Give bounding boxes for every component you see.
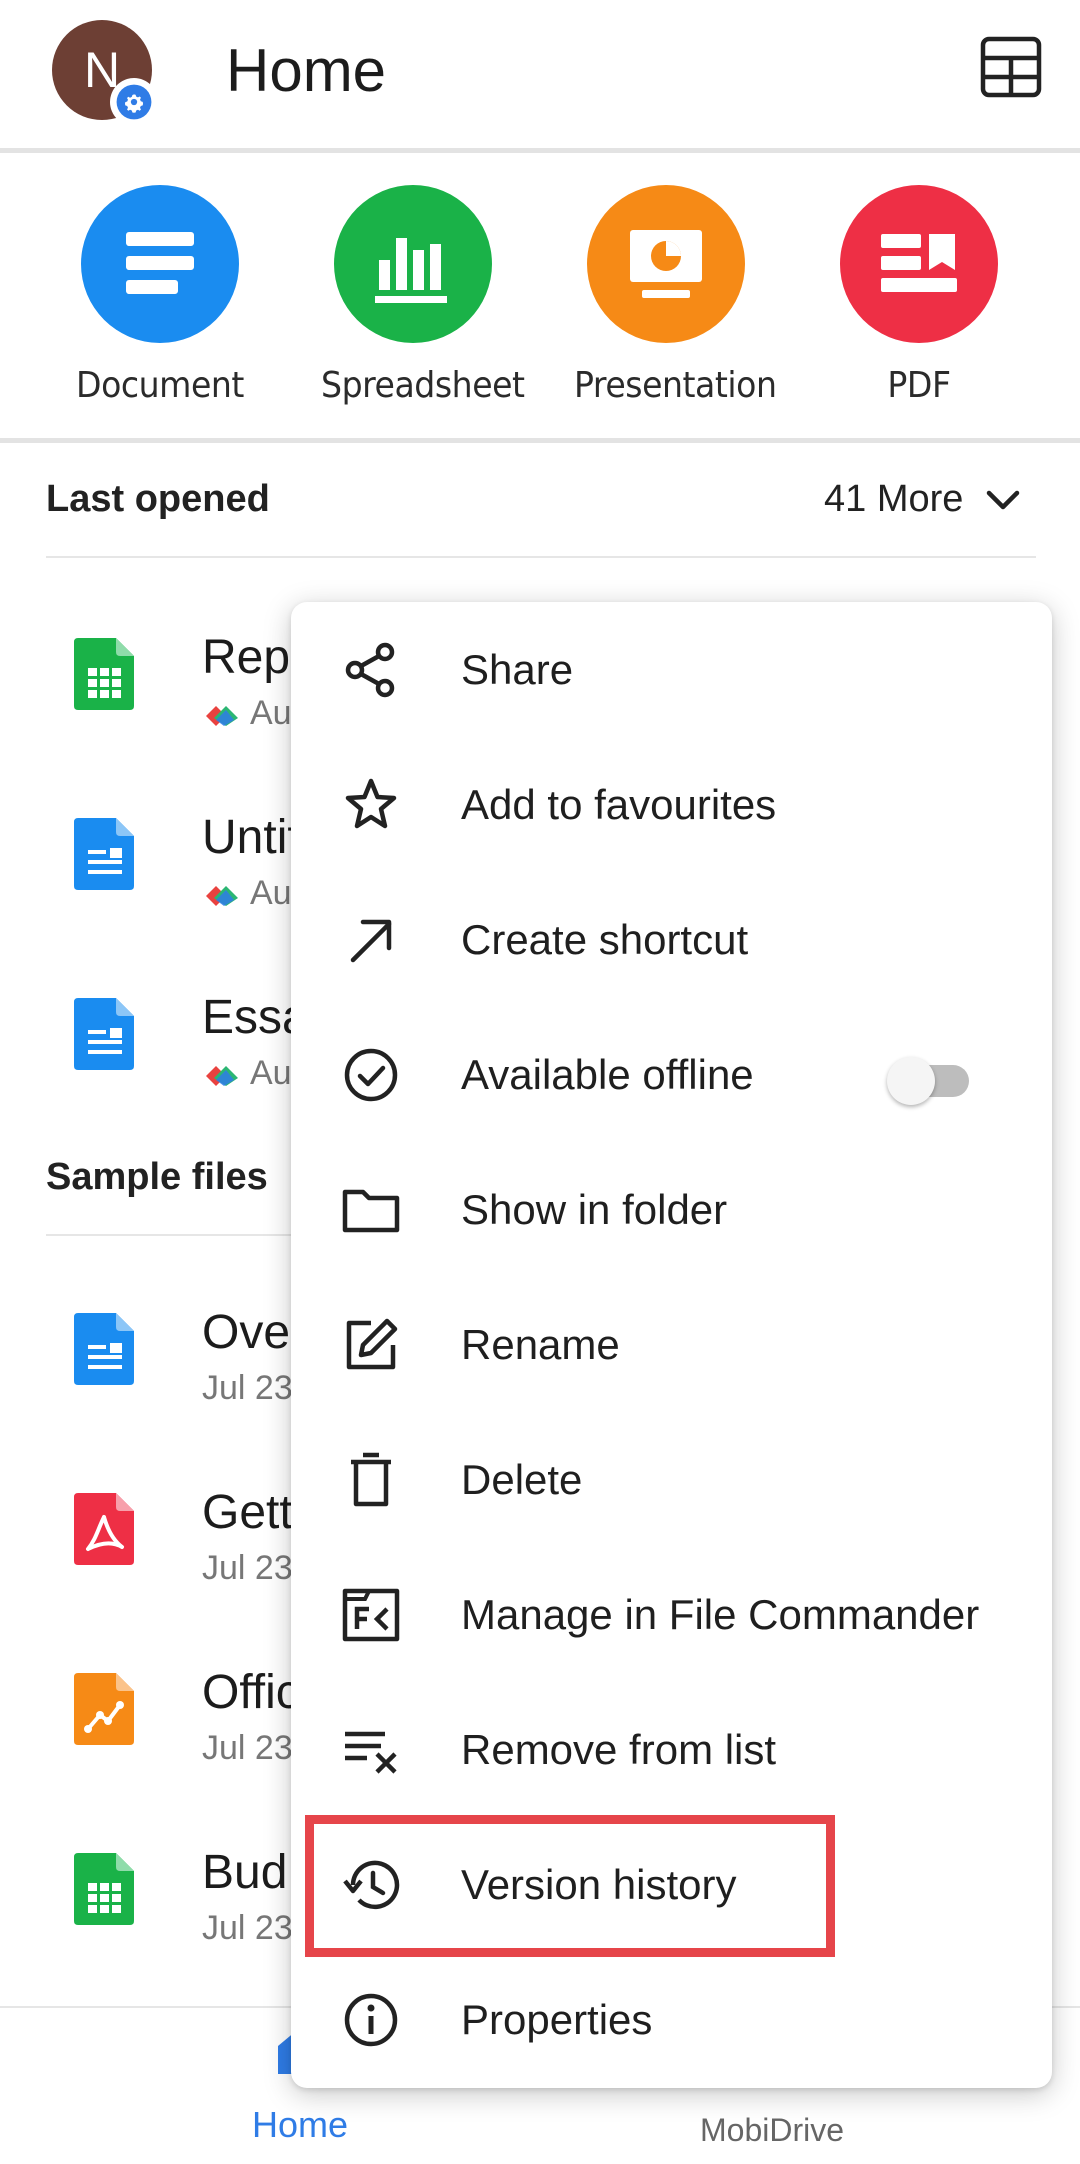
sample-files-title: Sample files xyxy=(46,1156,268,1198)
file-subtitle: Jul 23 xyxy=(202,1369,293,1408)
folder-icon xyxy=(342,1189,400,1233)
share-icon xyxy=(345,642,395,698)
menu-item-properties[interactable]: Properties xyxy=(291,1952,1052,2087)
file-subtitle: Jul 23 xyxy=(202,1909,293,1948)
toggle-knob xyxy=(887,1057,935,1105)
app-header: N Home xyxy=(0,0,1080,148)
settings-badge-icon[interactable] xyxy=(110,78,158,126)
menu-label: Create shortcut xyxy=(461,916,749,963)
menu-label: Add to favourites xyxy=(461,781,777,828)
last-opened-title: Last opened xyxy=(46,478,270,520)
trash-icon xyxy=(351,1452,391,1507)
presentation-file-icon xyxy=(74,1673,134,1745)
pdf-file-icon xyxy=(74,1493,134,1565)
pdf-create-icon xyxy=(840,185,998,343)
cloud-sync-icon xyxy=(206,1065,238,1086)
document-create-icon xyxy=(81,185,239,343)
menu-item-manage-in-file-commander[interactable]: Manage in File Commander xyxy=(291,1547,1052,1682)
page-title: Home xyxy=(226,37,387,104)
arrow-up-right-icon xyxy=(350,919,392,963)
menu-item-remove-from-list[interactable]: Remove from list xyxy=(291,1682,1052,1817)
file-name: Gett xyxy=(202,1486,293,1539)
menu-item-share[interactable]: Share xyxy=(291,602,1052,737)
document-file-icon xyxy=(74,818,134,890)
file-context-menu: Share Add to favourites Create shortcut … xyxy=(291,602,1052,2088)
spreadsheet-file-icon xyxy=(74,638,134,710)
file-date: Au xyxy=(250,1054,292,1092)
file-date: Jul 23 xyxy=(202,1909,293,1947)
create-spreadsheet-button[interactable]: Spreadsheet xyxy=(313,185,525,406)
edit-icon xyxy=(346,1318,398,1370)
menu-label: Properties xyxy=(461,1996,653,2043)
cloud-sync-icon xyxy=(206,885,238,906)
file-date: Jul 23 xyxy=(202,1729,293,1767)
file-name: Offic xyxy=(202,1666,300,1719)
document-file-icon xyxy=(74,1313,134,1385)
available-offline-toggle[interactable] xyxy=(887,1057,973,1105)
menu-label: Manage in File Commander xyxy=(461,1591,980,1638)
menu-item-add-to-favourites[interactable]: Add to favourites xyxy=(291,737,1052,872)
file-name: Untit xyxy=(202,811,301,864)
create-pdf-button[interactable]: PDF xyxy=(819,185,1019,406)
more-label: 41 More xyxy=(824,478,964,520)
menu-item-available-offline[interactable]: Available offline xyxy=(291,1007,1052,1142)
create-pdf-label: PDF xyxy=(887,365,951,406)
file-date: Jul 23 xyxy=(202,1369,293,1407)
file-date: Jul 23 xyxy=(202,1549,293,1587)
create-presentation-label: Presentation xyxy=(574,365,777,406)
menu-label: Show in folder xyxy=(461,1186,728,1233)
presentation-create-icon xyxy=(587,185,745,343)
menu-item-create-shortcut[interactable]: Create shortcut xyxy=(291,872,1052,1007)
grid-view-icon[interactable] xyxy=(978,34,1044,100)
clear-list-icon xyxy=(345,1731,397,1774)
cloud-sync-icon xyxy=(206,705,238,726)
file-commander-icon xyxy=(342,1588,400,1642)
file-subtitle: Au xyxy=(202,874,292,913)
menu-label: Delete xyxy=(461,1456,583,1503)
create-document-label: Document xyxy=(76,365,244,406)
more-button[interactable]: 41 More xyxy=(824,478,1021,521)
last-opened-divider xyxy=(46,556,1036,558)
menu-label: Available offline xyxy=(461,1051,754,1098)
menu-item-delete[interactable]: Delete xyxy=(291,1412,1052,1547)
file-subtitle: Au xyxy=(202,694,292,733)
create-presentation-button[interactable]: Presentation xyxy=(566,185,777,406)
menu-label: Remove from list xyxy=(461,1726,777,1773)
nav-home-label[interactable]: Home xyxy=(252,2104,348,2146)
nav-mobidrive-label[interactable]: MobiDrive xyxy=(700,2112,844,2149)
create-document-button[interactable]: Document xyxy=(60,185,260,406)
create-spreadsheet-label: Spreadsheet xyxy=(321,365,525,406)
file-subtitle: Jul 23 xyxy=(202,1729,293,1768)
menu-label: Share xyxy=(461,646,574,693)
chevron-down-icon xyxy=(987,490,1020,509)
menu-item-rename[interactable]: Rename xyxy=(291,1277,1052,1412)
info-icon xyxy=(344,1993,398,2047)
spreadsheet-file-icon xyxy=(74,1853,134,1925)
menu-item-show-in-folder[interactable]: Show in folder xyxy=(291,1142,1052,1277)
check-circle-icon xyxy=(344,1048,398,1102)
spreadsheet-create-icon xyxy=(334,185,492,343)
file-name: Bud xyxy=(202,1846,288,1899)
create-divider xyxy=(0,438,1080,443)
document-file-icon xyxy=(74,998,134,1070)
file-date: Au xyxy=(250,694,292,732)
file-subtitle: Jul 23 xyxy=(202,1549,293,1588)
create-row: Document Spreadsheet Presentation PDF xyxy=(0,153,1080,438)
file-subtitle: Au xyxy=(202,1054,292,1093)
history-icon xyxy=(343,1860,400,1910)
file-date: Au xyxy=(250,874,292,912)
menu-label: Rename xyxy=(461,1321,620,1368)
menu-item-version-history[interactable]: Version history xyxy=(291,1817,1052,1952)
menu-label: Version history xyxy=(461,1861,737,1908)
star-icon xyxy=(345,778,397,829)
